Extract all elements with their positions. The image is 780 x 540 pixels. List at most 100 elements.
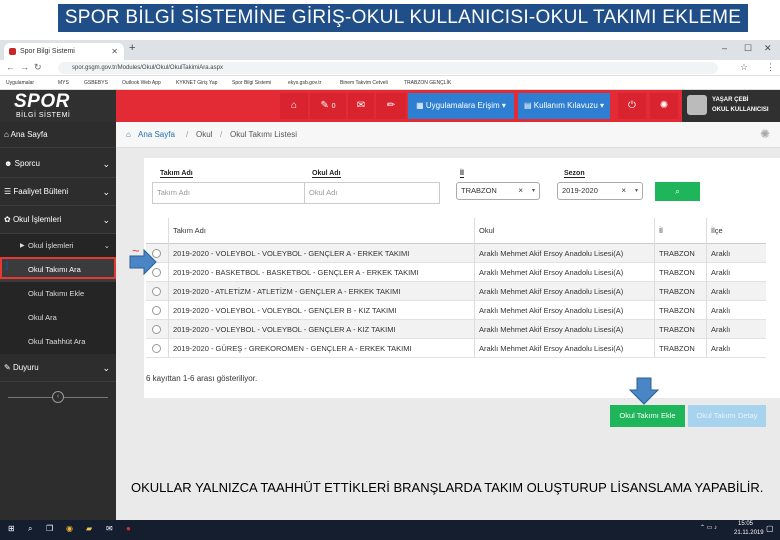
menu-icon[interactable]: ⋮ <box>766 62 775 73</box>
folder-icon[interactable]: ▰ <box>86 524 92 533</box>
maximize-icon[interactable]: ☐ <box>744 43 752 54</box>
cell-district: Araklı <box>706 244 766 263</box>
breadcrumb-level1[interactable]: Okul <box>196 122 212 148</box>
breadcrumb-separator: / <box>186 130 189 139</box>
chrome-icon[interactable]: ◉ <box>66 524 73 533</box>
user-name: YAŞAR ÇEBİ <box>712 97 749 103</box>
close-icon[interactable]: ✕ <box>111 43 118 60</box>
settings-button[interactable]: ✺ <box>650 93 678 119</box>
bookmark-item[interactable]: ekys.gsb.gov.tr <box>288 80 321 86</box>
bookmark-item[interactable]: TRABZON GENÇLİK <box>404 80 451 86</box>
row-radio[interactable] <box>152 306 161 315</box>
forward-icon[interactable]: → <box>20 62 29 72</box>
column-header-team[interactable]: Takım Adı <box>168 218 474 244</box>
clear-icon[interactable]: × <box>518 183 523 199</box>
caret-down-icon: ▾ <box>531 188 535 194</box>
sidebar-subitem-okul-islemleri[interactable]: ▶ Okul İşlemleri ⌄ <box>0 234 116 258</box>
bookmarks-bar: Uygulamalar MYS GSBEBYS Outlook Web App … <box>0 76 780 90</box>
table-row[interactable]: 2019-2020 - BASKETBOL - BASKETBOL - GENÇ… <box>146 263 766 282</box>
mail-icon[interactable]: ✉ <box>106 524 113 533</box>
bookmark-item[interactable]: GSBEBYS <box>84 80 108 86</box>
count-badge: 0 <box>331 103 336 110</box>
bookmark-item[interactable]: Outlook Web App <box>122 80 161 86</box>
power-button[interactable]: ⏻ <box>618 93 646 119</box>
sidebar-item-faaliyet[interactable]: ☰ Faaliyet Bülteni ⌄ <box>0 178 116 206</box>
city-value: TRABZON <box>461 186 497 195</box>
add-school-team-button[interactable]: Okul Takımı Ekle <box>610 405 685 427</box>
column-header-district[interactable]: İlçe <box>706 218 766 244</box>
search-button[interactable]: ⌕ <box>655 182 700 201</box>
url-field[interactable]: spor.gsgm.gov.tr/Modules/Okul/Okul/OkulT… <box>58 62 718 74</box>
home-icon: ⌂ <box>126 130 131 139</box>
city-select[interactable]: TRABZON × ▾ <box>456 182 540 200</box>
user-role: OKUL KULLANICISI <box>712 107 769 113</box>
detail-button-disabled: Okul Takımı Detay <box>688 405 766 427</box>
table-row[interactable]: 2019-2020 - VOLEYBOL - VOLEYBOL - GENÇLE… <box>146 320 766 339</box>
notification-icon[interactable]: ▢ <box>766 524 774 533</box>
page-settings-icon[interactable]: ✺ <box>760 127 770 141</box>
highlight-box <box>0 257 116 279</box>
cell-district: Araklı <box>706 263 766 282</box>
sidebar-item-okul-islemleri[interactable]: ✿ Okul İşlemleri ⌄ <box>0 206 116 234</box>
sidebar-subitem-label: Okul İşlemleri <box>28 241 74 250</box>
home-icon: ⌂ <box>4 130 9 139</box>
sidebar-item-home[interactable]: ⌂ Ana Sayfa <box>0 122 116 148</box>
bookmark-item[interactable]: Spor Bilgi Sistemi <box>232 80 271 86</box>
table-row[interactable]: 2019-2020 - VOLEYBOL - VOLEYBOL - GENÇLE… <box>146 301 766 320</box>
sidebar-subitem-okul-taahhut-ara[interactable]: Okul Taahhüt Ara <box>0 330 116 354</box>
close-window-icon[interactable]: ✕ <box>764 43 772 54</box>
book-icon: ▤ <box>523 101 532 110</box>
sidebar-item-duyuru[interactable]: ✎ Duyuru ⌄ <box>0 354 116 382</box>
collapse-sidebar-icon[interactable]: ‹ <box>52 391 64 403</box>
pencil-button[interactable]: ✏ <box>376 93 406 119</box>
windows-start-icon[interactable]: ⊞ <box>8 524 15 533</box>
mail-button[interactable]: ✉ <box>348 93 374 119</box>
app-icon[interactable]: ● <box>126 524 131 533</box>
cell-school: Araklı Mehmet Akif Ersoy Anadolu Lisesi(… <box>474 320 654 339</box>
new-tab-icon[interactable]: + <box>129 42 135 54</box>
bookmark-item[interactable]: KYKNET Giriş Yap <box>176 80 217 86</box>
cell-school: Araklı Mehmet Akif Ersoy Anadolu Lisesi(… <box>474 244 654 263</box>
table-row[interactable]: 2019-2020 - ATLETİZM - ATLETİZM - GENÇLE… <box>146 282 766 301</box>
table-row[interactable]: 2019-2020 - VOLEYBOL - VOLEYBOL - GENÇLE… <box>146 244 766 263</box>
reload-icon[interactable]: ↻ <box>34 62 42 73</box>
cell-school: Araklı Mehmet Akif Ersoy Anadolu Lisesi(… <box>474 339 654 358</box>
list-icon: ☰ <box>4 187 12 196</box>
edit-count-button[interactable]: ✎ 0 <box>310 93 346 119</box>
table-row[interactable]: 2019-2020 - GÜREŞ - GREKOROMEN - GENÇLER… <box>146 339 766 358</box>
sidebar-subitem-okul-ara[interactable]: Okul Ara <box>0 306 116 330</box>
tab-title: Spor Bilgi Sistemi <box>20 48 75 55</box>
row-radio[interactable] <box>152 325 161 334</box>
search-icon[interactable]: ⌕ <box>28 524 32 534</box>
browser-tab[interactable]: Spor Bilgi Sistemi ✕ <box>4 43 124 60</box>
cell-city: TRABZON <box>654 301 706 320</box>
team-table: Takım Adı Okul İl İlçe 2019-2020 - VOLEY… <box>146 218 766 360</box>
back-icon[interactable]: ← <box>6 62 15 72</box>
user-menu[interactable]: YAŞAR ÇEBİ OKUL KULLANICISI <box>682 90 780 122</box>
app-logo[interactable]: SPOR BİLGİ SİSTEMİ <box>0 90 116 122</box>
season-select[interactable]: 2019-2020 × ▾ <box>557 182 643 200</box>
row-radio[interactable] <box>152 287 161 296</box>
apps-access-button[interactable]: ▦ Uygulamalara Erişim ▾ <box>408 93 514 119</box>
bookmark-item[interactable]: Binem Takvim Cetveli <box>340 80 388 86</box>
team-name-input[interactable]: Takım Adı <box>152 182 316 204</box>
task-view-icon[interactable]: ❐ <box>46 524 53 533</box>
clear-icon[interactable]: × <box>621 183 626 199</box>
home-button[interactable]: ⌂ <box>280 93 308 119</box>
school-name-input[interactable]: Okul Adı <box>304 182 440 204</box>
column-header-school[interactable]: Okul <box>474 218 654 244</box>
sidebar-subitem-okul-takimi-ekle[interactable]: Okul Takımı Ekle <box>0 282 116 306</box>
column-header-city[interactable]: İl <box>654 218 706 244</box>
star-icon[interactable]: ☆ <box>740 62 748 73</box>
cell-school: Araklı Mehmet Akif Ersoy Anadolu Lisesi(… <box>474 282 654 301</box>
minimize-icon[interactable]: – <box>722 43 727 53</box>
chevron-down-icon: ⌄ <box>102 363 110 373</box>
breadcrumb-home[interactable]: Ana Sayfa <box>138 122 175 148</box>
breadcrumb-current: Okul Takımı Listesi <box>230 130 297 139</box>
cell-school: Araklı Mehmet Akif Ersoy Anadolu Lisesi(… <box>474 263 654 282</box>
bookmark-item[interactable]: Uygulamalar <box>6 80 34 86</box>
bookmark-item[interactable]: MYS <box>58 80 69 86</box>
user-guide-button[interactable]: ▤ Kullanım Kılavuzu ▾ <box>518 93 610 119</box>
sidebar-item-sporcu[interactable]: ☻ Sporcu ⌄ <box>0 150 116 178</box>
row-radio[interactable] <box>152 344 161 353</box>
